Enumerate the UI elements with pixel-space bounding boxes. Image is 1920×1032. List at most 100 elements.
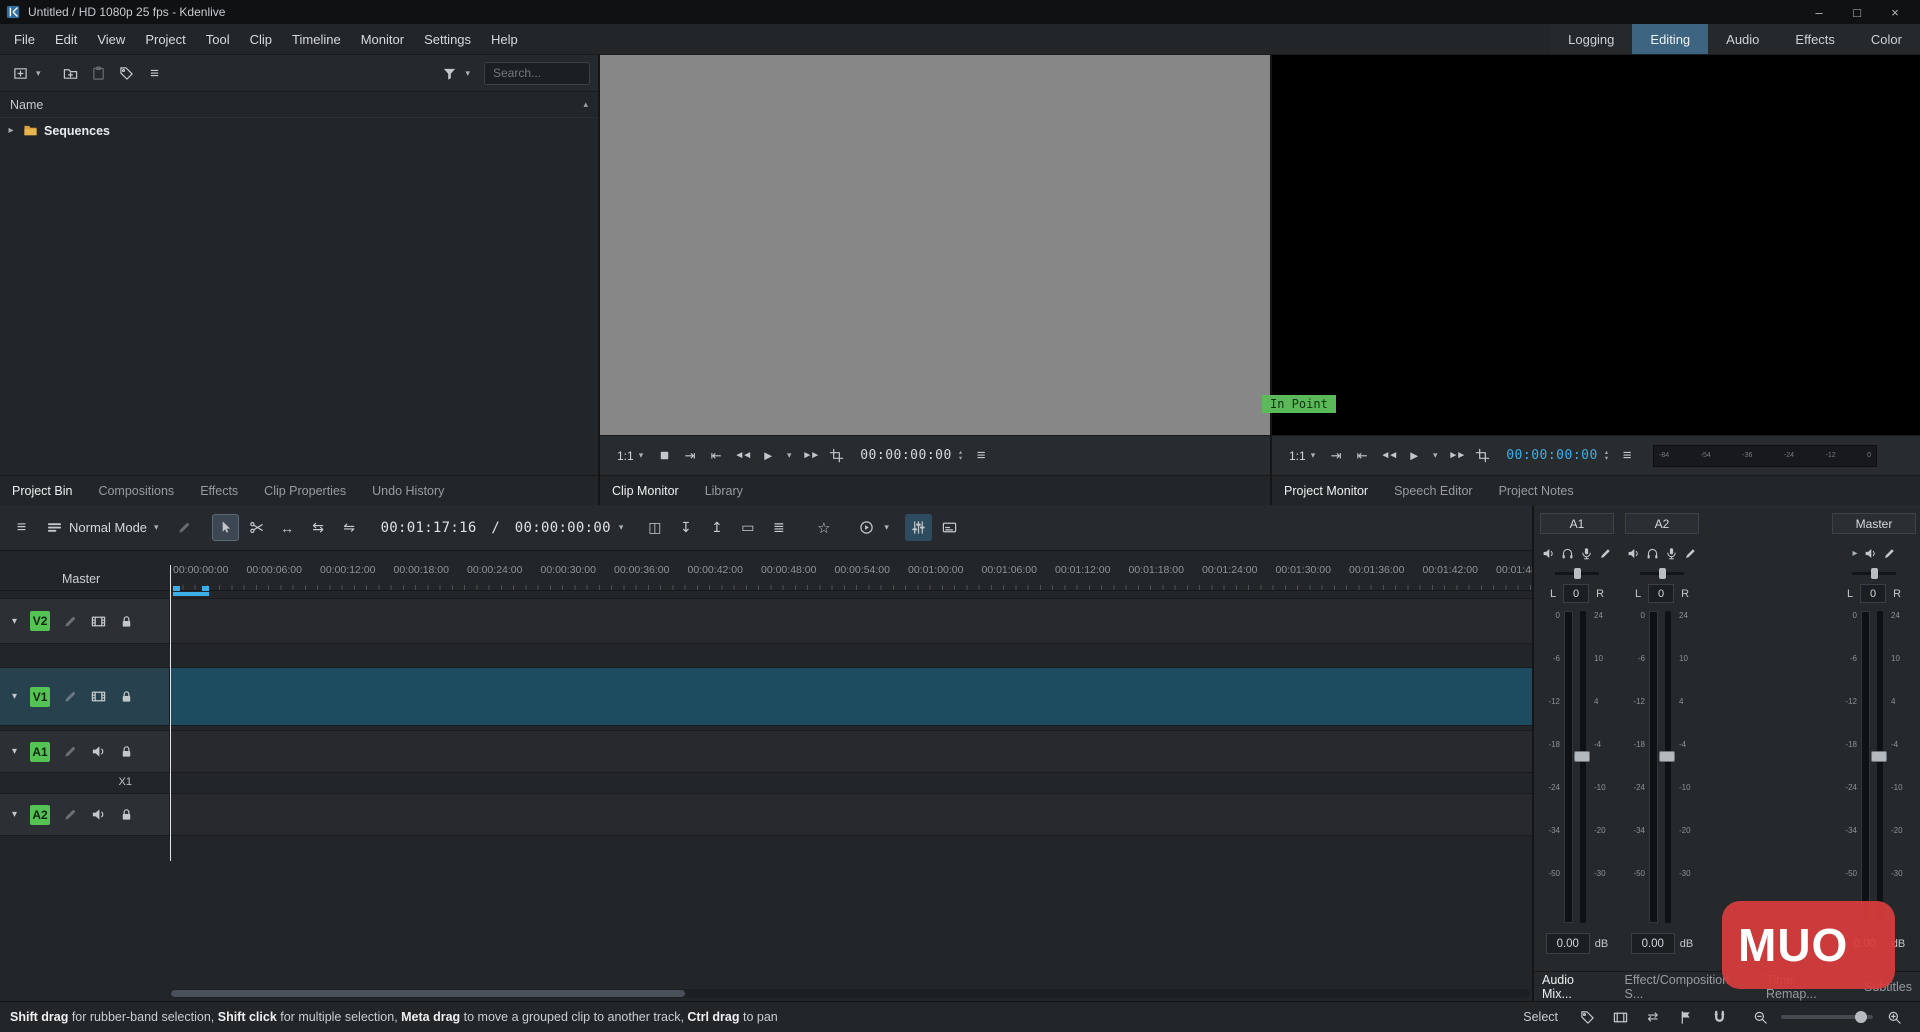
- pan-value[interactable]: 0: [1648, 584, 1674, 603]
- timecode-spinner[interactable]: ▴▾: [959, 450, 962, 461]
- rewind-icon[interactable]: ◄◄: [730, 444, 754, 468]
- volume-fader[interactable]: [1580, 611, 1586, 923]
- workspace-tab-effects[interactable]: Effects: [1777, 24, 1853, 54]
- lock-icon[interactable]: [119, 689, 134, 704]
- tab-speech-editor[interactable]: Speech Editor: [1394, 484, 1473, 498]
- add-clip-icon[interactable]: [8, 61, 32, 85]
- monitor-headphones-icon[interactable]: [1561, 547, 1574, 560]
- snap-magnet-icon[interactable]: [1707, 1005, 1731, 1029]
- playhead[interactable]: [170, 565, 171, 861]
- speaker-icon[interactable]: [91, 744, 106, 759]
- render-preview-icon[interactable]: [853, 514, 880, 541]
- zone-in-icon[interactable]: ⇥: [678, 444, 702, 468]
- tab-clip-properties[interactable]: Clip Properties: [264, 484, 346, 498]
- effects-pencil-icon[interactable]: [1883, 547, 1896, 560]
- pan-value[interactable]: 0: [1563, 584, 1589, 603]
- monitor-headphones-icon[interactable]: [1646, 547, 1659, 560]
- video-track-icon[interactable]: [91, 689, 106, 704]
- tab-project-monitor[interactable]: Project Monitor: [1284, 484, 1368, 498]
- collapse-chevron-icon[interactable]: ▸: [1852, 548, 1857, 559]
- mix-clips-icon[interactable]: ◫: [641, 514, 668, 541]
- chevron-down-icon[interactable]: ▾: [12, 616, 17, 627]
- zoom-out-icon[interactable]: [1748, 1005, 1772, 1029]
- project-monitor-timecode[interactable]: 00:00:00:00: [1506, 448, 1598, 463]
- menu-item[interactable]: File: [4, 24, 45, 54]
- pencil-icon[interactable]: [63, 689, 78, 704]
- effects-pencil-icon[interactable]: [1684, 547, 1697, 560]
- mute-speaker-icon[interactable]: [1864, 547, 1877, 560]
- monitor-zoom-select[interactable]: 1:1▾: [610, 449, 650, 463]
- workspace-tab-editing[interactable]: Editing: [1632, 24, 1708, 54]
- workspace-tab-color[interactable]: Color: [1853, 24, 1920, 54]
- filter-icon[interactable]: [437, 61, 461, 85]
- track-target-badge[interactable]: V2: [30, 611, 50, 631]
- zone-mode-icon[interactable]: [1470, 444, 1494, 468]
- record-mic-icon[interactable]: [1665, 547, 1678, 560]
- track-target-badge[interactable]: A1: [30, 742, 50, 762]
- workspace-tab-audio[interactable]: Audio: [1708, 24, 1777, 54]
- master-button[interactable]: Master: [62, 572, 100, 586]
- track-head-v2[interactable]: ▾ V2: [0, 598, 170, 644]
- timeline-zone[interactable]: [173, 592, 209, 596]
- zoom-in-icon[interactable]: [1882, 1005, 1906, 1029]
- chevron-down-icon[interactable]: ▾: [12, 691, 17, 702]
- menu-item[interactable]: Timeline: [282, 24, 351, 54]
- play-icon[interactable]: ►: [756, 444, 780, 468]
- video-track-icon[interactable]: [91, 614, 106, 629]
- pan-knob[interactable]: [1659, 568, 1666, 579]
- track-head-v1[interactable]: ▾ V1: [0, 667, 170, 726]
- menu-item[interactable]: Monitor: [351, 24, 414, 54]
- monitor-menu-icon[interactable]: ≡: [969, 444, 993, 468]
- timecode-spinner[interactable]: ▴▾: [1605, 450, 1608, 461]
- tab-project-notes[interactable]: Project Notes: [1499, 484, 1574, 498]
- menu-item[interactable]: View: [87, 24, 135, 54]
- zone-in-icon[interactable]: ⇥: [1324, 444, 1348, 468]
- chevron-down-icon[interactable]: ▾: [12, 809, 17, 820]
- lift-zone-icon[interactable]: ▭: [734, 514, 761, 541]
- menu-item[interactable]: Help: [481, 24, 528, 54]
- zone-out-icon[interactable]: ⇤: [704, 444, 728, 468]
- render-preview-chevron-icon[interactable]: ▾: [884, 522, 889, 533]
- tab-compositions[interactable]: Compositions: [98, 484, 174, 498]
- tab-project-bin[interactable]: Project Bin: [12, 484, 72, 498]
- record-mic-icon[interactable]: [1580, 547, 1593, 560]
- timeline-zoom-slider[interactable]: [1781, 1015, 1873, 1019]
- markers-flag-icon[interactable]: [1674, 1005, 1698, 1029]
- razor-tool-icon[interactable]: [243, 514, 270, 541]
- timeline-menu-icon[interactable]: ≡: [8, 514, 35, 541]
- track-lane-a2[interactable]: [170, 793, 1532, 836]
- spacer-tool-icon[interactable]: ↔: [274, 514, 301, 541]
- timeline-horizontal-scrollbar[interactable]: [170, 989, 1530, 998]
- thumbnails-icon[interactable]: ≣: [765, 514, 792, 541]
- track-lane-v2[interactable]: [170, 598, 1532, 644]
- mute-speaker-icon[interactable]: [1627, 547, 1640, 560]
- pan-knob[interactable]: [1871, 568, 1878, 579]
- play-options-chevron-icon[interactable]: ▾: [782, 444, 796, 468]
- zoom-slider-knob[interactable]: [1855, 1011, 1867, 1023]
- tab-undo-history[interactable]: Undo History: [372, 484, 444, 498]
- track-target-badge[interactable]: V1: [30, 687, 50, 707]
- search-input[interactable]: [484, 62, 590, 85]
- pan-slider[interactable]: [1640, 572, 1684, 575]
- track-lane-v1[interactable]: [170, 667, 1532, 726]
- edit-mode-select[interactable]: Normal Mode ▾: [39, 520, 167, 535]
- db-value[interactable]: 0.00: [1631, 933, 1675, 954]
- create-folder-icon[interactable]: [59, 61, 83, 85]
- video-thumbnails-icon[interactable]: [1608, 1005, 1632, 1029]
- track-head-a2[interactable]: ▾ A2: [0, 793, 170, 836]
- pan-knob[interactable]: [1574, 568, 1581, 579]
- timeline-ruler[interactable]: 00:00:00:0000:00:06:0000:00:12:0000:00:1…: [170, 551, 1532, 591]
- fast-forward-icon[interactable]: ►►: [1444, 444, 1468, 468]
- fast-forward-icon[interactable]: ►►: [798, 444, 822, 468]
- chevron-down-icon[interactable]: ▾: [12, 746, 17, 757]
- track-target-badge[interactable]: A2: [30, 805, 50, 825]
- bin-menu-icon[interactable]: ≡: [143, 61, 167, 85]
- extract-zone-icon[interactable]: ↥: [703, 514, 730, 541]
- play-icon[interactable]: ►: [1402, 444, 1426, 468]
- ripple-tool-icon[interactable]: ⇋: [336, 514, 363, 541]
- audio-mixer-toggle-icon[interactable]: [905, 514, 932, 541]
- minimize-button[interactable]: –: [1800, 0, 1838, 24]
- tag-icon[interactable]: [1575, 1005, 1599, 1029]
- fader-knob[interactable]: [1871, 751, 1887, 762]
- slip-tool-icon[interactable]: ⇆: [305, 514, 332, 541]
